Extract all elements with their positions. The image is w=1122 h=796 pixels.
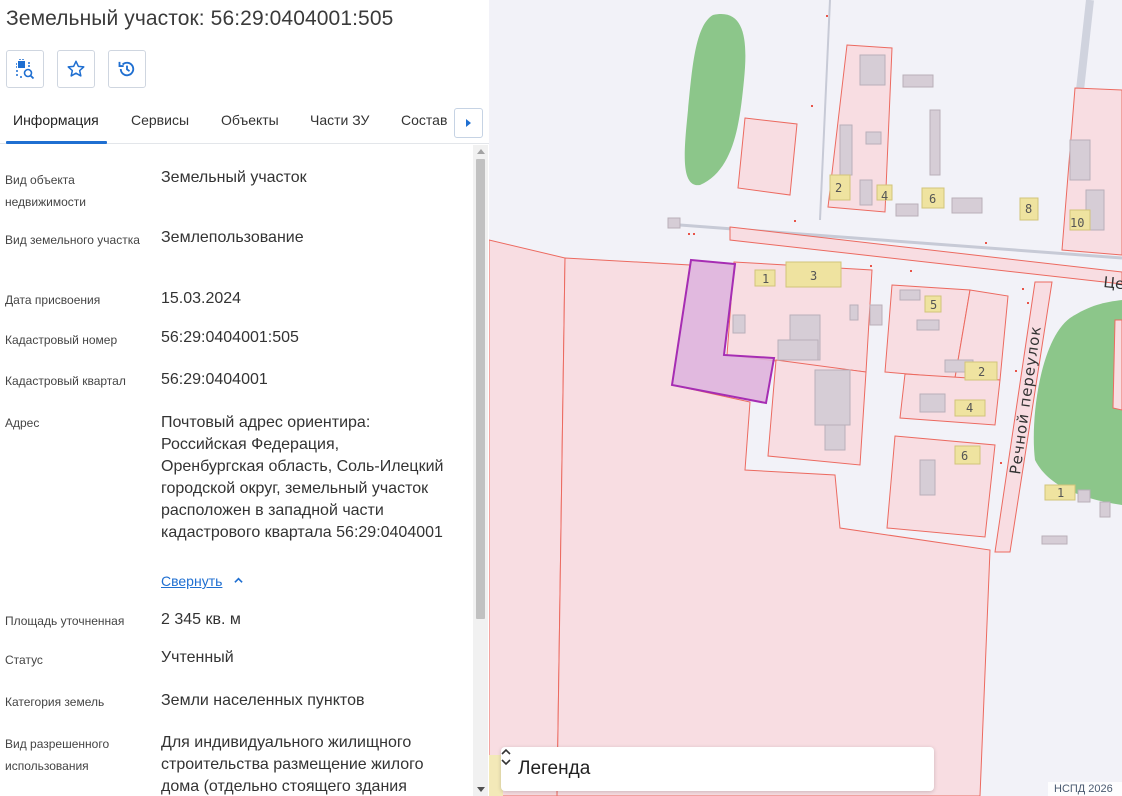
page-title: Земельный участок: 56:29:0404001:505: [6, 7, 394, 30]
house-number-label: 6: [929, 192, 936, 206]
row-label-area: Площадь уточненная: [5, 614, 125, 628]
house-number-label: 3: [810, 269, 817, 283]
history-icon: [118, 61, 135, 77]
row-label-permitted-use: Вид разрешенного использования: [5, 737, 110, 773]
favorite-button[interactable]: [57, 50, 95, 88]
house-number-label: 4: [966, 401, 973, 415]
row-label-status: Статус: [5, 653, 43, 667]
row-value-address: Почтовый адрес ориентира: Российская Фед…: [161, 414, 444, 541]
row-label-cadastral-number: Кадастровый номер: [5, 333, 118, 347]
house-number-label: 1: [762, 272, 769, 286]
house-number-label: 4: [881, 189, 888, 203]
row-value-cadastral-quarter: 56:29:0404001: [161, 371, 268, 388]
tabs-next-button[interactable]: [454, 108, 483, 138]
tab-services[interactable]: Сервисы: [131, 112, 189, 128]
legend-label: Легенда: [518, 758, 591, 779]
active-tab-indicator: [6, 141, 107, 144]
house-number-label: 6: [961, 449, 968, 463]
collapse-address-link[interactable]: Свернуть: [161, 573, 222, 589]
tab-parcel-parts[interactable]: Части ЗУ: [310, 112, 369, 128]
row-value-land-category: Земли населенных пунктов: [161, 692, 365, 709]
house-number-label: 2: [835, 181, 842, 195]
legend-panel[interactable]: Легенда: [501, 747, 934, 791]
history-button[interactable]: [108, 50, 146, 88]
row-value-cadastral-number: 56:29:0404001:505: [161, 329, 299, 346]
scroll-up-arrow-icon[interactable]: [477, 149, 485, 154]
street-label-partial: Це: [1103, 273, 1122, 293]
row-label-object-type: Вид объекта недвижимости: [5, 173, 86, 209]
house-number-label: 8: [1025, 202, 1032, 216]
row-label-address: Адрес: [5, 416, 40, 430]
row-value-object-type: Земельный участок: [161, 169, 307, 186]
house-number-label: 5: [930, 298, 937, 312]
row-label-cadastral-quarter: Кадастровый квартал: [5, 374, 126, 388]
tab-composition[interactable]: Состав: [401, 112, 447, 128]
house-number-label: 1: [1057, 486, 1064, 500]
star-icon: [67, 60, 85, 77]
house-number-label: 2: [978, 365, 985, 379]
map-copyright: НСПД 2026: [1048, 782, 1122, 796]
info-panel: Земельный участок: 56:29:0404001:505 Инф…: [0, 0, 489, 796]
scroll-down-arrow-icon[interactable]: [477, 787, 485, 792]
row-value-assignment-date: 15.03.2024: [161, 290, 242, 307]
zoom-to-parcel-button[interactable]: [6, 50, 44, 88]
row-value-area: 2 345 кв. м: [161, 611, 241, 628]
chevron-up-icon[interactable]: [234, 576, 243, 585]
zoom-to-parcel-icon: [16, 59, 35, 80]
tab-information[interactable]: Информация: [13, 112, 99, 128]
row-label-parcel-type: Вид земельного участка: [5, 233, 140, 247]
scrollbar-thumb[interactable]: [476, 159, 485, 619]
tab-objects[interactable]: Объекты: [221, 112, 279, 128]
row-label-assignment-date: Дата присвоения: [5, 293, 101, 307]
info-scrollbar[interactable]: [473, 145, 488, 796]
row-label-land-category: Категория земель: [5, 695, 105, 709]
row-value-permitted-use: Для индивидуального жилищного строительс…: [161, 734, 424, 795]
expand-collapse-icon[interactable]: [501, 747, 511, 767]
row-value-status: Учтенный: [161, 649, 234, 666]
info-list: Вид объекта недвижимости Земельный участ…: [0, 145, 472, 796]
tab-bar: Информация Сервисы Объекты Части ЗУ Сост…: [0, 102, 489, 144]
map-canvas: 2 4 6 8 10 1 3 5 2 4 6 1 Речной переулок…: [489, 0, 1122, 796]
house-number-label: 10: [1070, 216, 1084, 230]
row-value-parcel-type: Землепользование: [161, 229, 304, 246]
map-view[interactable]: 2 4 6 8 10 1 3 5 2 4 6 1 Речной переулок…: [489, 0, 1122, 796]
